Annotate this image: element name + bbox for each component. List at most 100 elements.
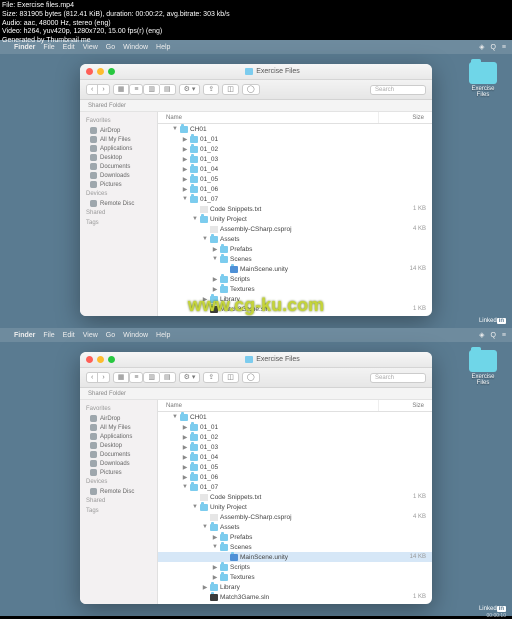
sidebar-item-desktop[interactable]: Desktop <box>80 441 157 450</box>
search-input[interactable]: Search <box>370 85 426 95</box>
disclosure-triangle-icon[interactable]: ▶ <box>182 176 188 183</box>
file-row[interactable]: ▼Assets <box>158 234 432 244</box>
sidebar-item-downloads[interactable]: Downloads <box>80 171 157 180</box>
sidebar-item-documents[interactable]: Documents <box>80 450 157 459</box>
file-row[interactable]: ▶Scripts <box>158 274 432 284</box>
col-size[interactable]: Size <box>378 112 432 123</box>
sidebar-item-pictures[interactable]: Pictures <box>80 468 157 477</box>
disclosure-triangle-icon[interactable]: ▶ <box>182 186 188 193</box>
file-row[interactable]: ▶01_01 <box>158 134 432 144</box>
forward-button[interactable]: › <box>98 84 109 95</box>
sidebar-item-airdrop[interactable]: AirDrop <box>80 414 157 423</box>
file-row[interactable]: Code Snippets.txt1 KB <box>158 492 432 502</box>
col-size[interactable]: Size <box>378 400 432 411</box>
zoom-button[interactable] <box>108 356 115 363</box>
disclosure-triangle-icon[interactable]: ▼ <box>172 414 178 420</box>
sidebar-item-applications[interactable]: Applications <box>80 432 157 441</box>
file-row[interactable]: Match3Game.sln1 KB <box>158 592 432 602</box>
file-row[interactable]: ▼Unity Project <box>158 214 432 224</box>
disclosure-triangle-icon[interactable]: ▶ <box>212 564 218 571</box>
column-headers[interactable]: Name Size <box>158 400 432 412</box>
tags-button[interactable]: ◯ <box>242 372 260 383</box>
disclosure-triangle-icon[interactable]: ▼ <box>202 236 208 242</box>
file-row[interactable]: ▶01_05 <box>158 462 432 472</box>
back-button[interactable]: ‹ <box>86 372 98 383</box>
file-row[interactable]: ▶01_01 <box>158 422 432 432</box>
sidebar-item-remotedisc[interactable]: Remote Disc <box>80 199 157 208</box>
disclosure-triangle-icon[interactable]: ▶ <box>182 424 188 431</box>
disclosure-triangle-icon[interactable]: ▶ <box>182 434 188 441</box>
share-button[interactable]: ◫ <box>222 372 239 383</box>
disclosure-triangle-icon[interactable]: ▼ <box>172 126 178 132</box>
file-row[interactable]: ▶Prefabs <box>158 244 432 254</box>
view-gallery-button[interactable]: ▤ <box>160 84 176 95</box>
file-row[interactable]: ▶01_03 <box>158 154 432 164</box>
file-row[interactable]: MainScene.unity14 KB <box>158 552 432 562</box>
file-row[interactable]: Code Snippets.txt1 KB <box>158 204 432 214</box>
file-row[interactable]: ▼Unity Project <box>158 502 432 512</box>
search-input[interactable]: Search <box>370 373 426 383</box>
app-name[interactable]: Finder <box>14 332 35 339</box>
disclosure-triangle-icon[interactable]: ▶ <box>212 574 218 581</box>
file-row[interactable]: MainScene.unity14 KB <box>158 264 432 274</box>
zoom-button[interactable] <box>108 68 115 75</box>
file-row[interactable]: ▶Library <box>158 582 432 592</box>
menu-window[interactable]: Window <box>123 332 148 339</box>
file-row[interactable]: ▶01_02 <box>158 432 432 442</box>
file-row[interactable]: ▶01_06 <box>158 184 432 194</box>
view-columns-button[interactable]: ▥ <box>143 84 160 95</box>
titlebar[interactable]: Exercise Files <box>80 64 432 80</box>
file-row[interactable]: ▶01_03 <box>158 442 432 452</box>
action-button[interactable]: ⇪ <box>203 372 219 383</box>
disclosure-triangle-icon[interactable]: ▶ <box>182 454 188 461</box>
file-row[interactable]: ▶Textures <box>158 572 432 582</box>
disclosure-triangle-icon[interactable]: ▶ <box>182 156 188 163</box>
file-row[interactable]: ▶Prefabs <box>158 532 432 542</box>
share-button[interactable]: ◫ <box>222 84 239 95</box>
view-list-button[interactable]: ≡ <box>129 372 143 383</box>
sidebar-item-pictures[interactable]: Pictures <box>80 180 157 189</box>
minimize-button[interactable] <box>97 68 104 75</box>
file-row[interactable]: ▶01_02 <box>158 144 432 154</box>
disclosure-triangle-icon[interactable]: ▶ <box>212 534 218 541</box>
back-button[interactable]: ‹ <box>86 84 98 95</box>
view-gallery-button[interactable]: ▤ <box>160 372 176 383</box>
file-row[interactable]: ▶01_04 <box>158 164 432 174</box>
close-button[interactable] <box>86 356 93 363</box>
forward-button[interactable]: › <box>98 372 109 383</box>
disclosure-triangle-icon[interactable]: ▶ <box>182 474 188 481</box>
spotlight-icon[interactable]: Q <box>490 332 495 339</box>
file-row[interactable]: Match3Game.userprefs583 bytes <box>158 602 432 604</box>
menu-file[interactable]: File <box>43 332 54 339</box>
column-headers[interactable]: Name Size <box>158 112 432 124</box>
col-name[interactable]: Name <box>158 400 378 411</box>
file-row[interactable]: ▶Textures <box>158 284 432 294</box>
disclosure-triangle-icon[interactable]: ▼ <box>212 256 218 262</box>
tags-button[interactable]: ◯ <box>242 84 260 95</box>
minimize-button[interactable] <box>97 356 104 363</box>
file-row[interactable]: ▼Scenes <box>158 542 432 552</box>
disclosure-triangle-icon[interactable]: ▼ <box>212 544 218 550</box>
disclosure-triangle-icon[interactable]: ▶ <box>182 136 188 143</box>
disclosure-triangle-icon[interactable]: ▼ <box>192 216 198 222</box>
sidebar-item-downloads[interactable]: Downloads <box>80 459 157 468</box>
disclosure-triangle-icon[interactable]: ▼ <box>182 196 188 202</box>
desktop-folder[interactable]: Exercise Files <box>466 350 500 386</box>
menu-go[interactable]: Go <box>106 332 115 339</box>
disclosure-triangle-icon[interactable]: ▼ <box>182 484 188 490</box>
file-row[interactable]: ▼CH01 <box>158 124 432 134</box>
titlebar[interactable]: Exercise Files <box>80 352 432 368</box>
file-row[interactable]: ▼Assets <box>158 522 432 532</box>
view-columns-button[interactable]: ▥ <box>143 372 160 383</box>
arrange-button[interactable]: ⚙ ▾ <box>179 84 201 95</box>
desktop-folder[interactable]: Exercise Files <box>466 62 500 98</box>
disclosure-triangle-icon[interactable]: ▼ <box>202 524 208 530</box>
disclosure-triangle-icon[interactable]: ▶ <box>212 246 218 253</box>
sidebar-item-allfiles[interactable]: All My Files <box>80 135 157 144</box>
col-name[interactable]: Name <box>158 112 378 123</box>
disclosure-triangle-icon[interactable]: ▶ <box>182 444 188 451</box>
menu-view[interactable]: View <box>83 332 98 339</box>
file-row[interactable]: Assembly-CSharp.csproj4 KB <box>158 224 432 234</box>
menu-extras-icon[interactable]: ≡ <box>502 332 506 339</box>
view-icons-button[interactable]: ▦ <box>113 372 130 383</box>
